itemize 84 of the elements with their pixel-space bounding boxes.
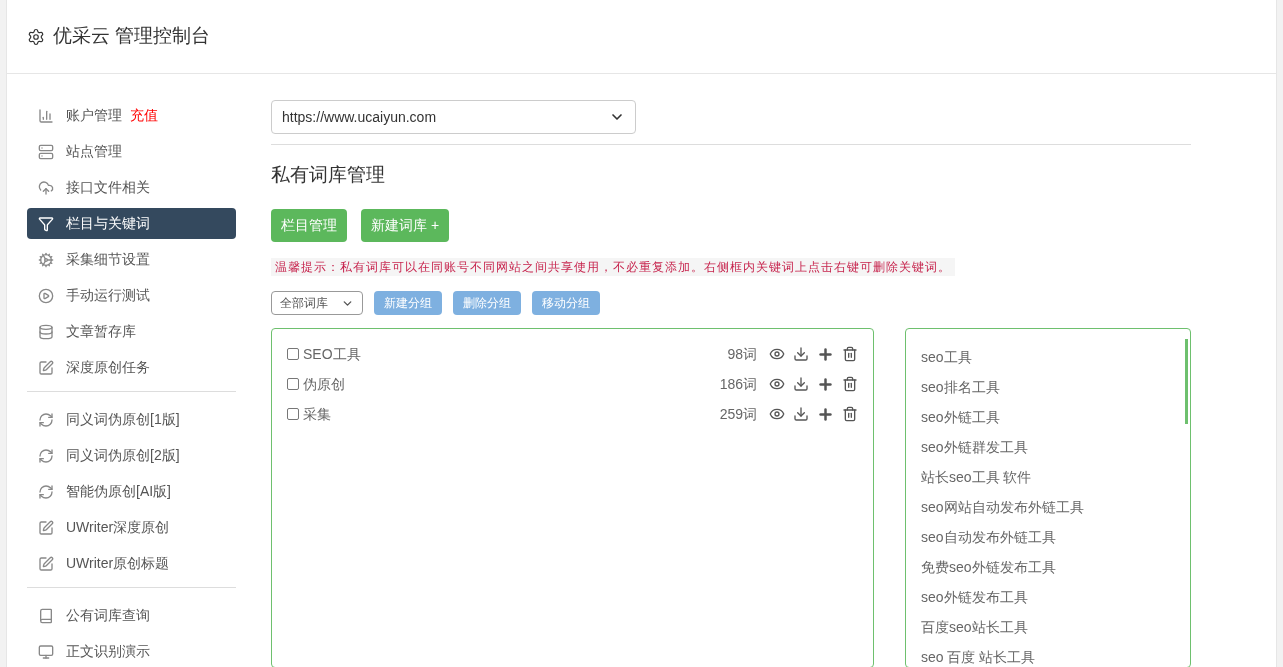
sidebar-item[interactable]: 接口文件相关	[27, 172, 236, 203]
sidebar-item[interactable]: 同义词伪原创[1版]	[27, 404, 236, 435]
sidebar-label: 深度原创任务	[66, 358, 150, 377]
sidebar-item[interactable]: UWriter原创标题	[27, 548, 236, 579]
library-checkbox[interactable]	[287, 378, 299, 390]
sidebar-label: 同义词伪原创[1版]	[66, 410, 180, 429]
sidebar-label: 正文识别演示	[66, 642, 150, 661]
site-select[interactable]: https://www.ucaiyun.com	[271, 100, 636, 134]
word-count: 98词	[727, 344, 757, 364]
library-name[interactable]: SEO工具	[303, 343, 361, 365]
recharge-link[interactable]: 充值	[130, 105, 158, 126]
keyword-item[interactable]: seo外链工具	[921, 406, 1000, 428]
tip-text: 温馨提示：私有词库可以在同账号不同网站之间共享使用，不必重复添加。右侧框内关键词上点击右键可删除关键词。	[271, 258, 955, 276]
edit-icon	[38, 359, 54, 376]
keyword-item[interactable]: seo自动发布外链工具	[921, 526, 1056, 548]
download-icon[interactable]	[793, 406, 809, 422]
sidebar-item[interactable]: 账户管理 充值	[27, 100, 236, 131]
sidebar-item[interactable]: 站点管理	[27, 136, 236, 167]
sidebar-label: 采集细节设置	[66, 250, 150, 269]
eye-icon[interactable]	[769, 376, 785, 392]
sidebar-label: 同义词伪原创[2版]	[66, 446, 180, 465]
keyword-item[interactable]: 百度seo站长工具	[921, 616, 1028, 638]
filter-icon	[38, 215, 54, 232]
library-checkbox[interactable]	[287, 408, 299, 420]
download-icon[interactable]	[793, 346, 809, 362]
trash-icon[interactable]	[842, 376, 858, 392]
server-icon	[38, 143, 54, 160]
database-icon	[38, 323, 54, 340]
sidebar-item[interactable]: 手动运行测试	[27, 280, 236, 311]
sidebar-label: 账户管理	[66, 106, 122, 125]
plus-icon[interactable]	[817, 345, 834, 363]
keyword-item[interactable]: seo网站自动发布外链工具	[921, 496, 1084, 518]
gear-icon	[38, 251, 54, 268]
refresh-icon	[38, 411, 54, 428]
word-count: 259词	[719, 404, 757, 424]
group-select[interactable]: 全部词库	[271, 291, 363, 315]
sidebar-label: UWriter深度原创	[66, 518, 170, 537]
edit-icon	[38, 519, 54, 536]
keyword-item[interactable]: seo工具	[921, 346, 972, 368]
library-checkbox[interactable]	[287, 348, 299, 360]
sidebar-label: 手动运行测试	[66, 286, 150, 305]
bar-chart-icon	[38, 107, 54, 124]
sidebar-item[interactable]: 公有词库查询	[27, 600, 236, 631]
keyword-item[interactable]: seo排名工具	[921, 376, 1000, 398]
sidebar-label: 智能伪原创[AI版]	[66, 482, 171, 501]
sidebar-item[interactable]: 采集细节设置	[27, 244, 236, 275]
trash-icon[interactable]	[842, 406, 858, 422]
keyword-item[interactable]: 站长seo工具 软件	[921, 466, 1032, 488]
library-name[interactable]: 采集	[303, 403, 331, 425]
sidebar-item[interactable]: 正文识别演示	[27, 636, 236, 667]
trash-icon[interactable]	[842, 346, 858, 362]
sidebar-label: 文章暂存库	[66, 322, 136, 341]
sidebar-label: 站点管理	[66, 142, 122, 161]
library-name[interactable]: 伪原创	[303, 373, 345, 395]
keyword-item[interactable]: seo外链发布工具	[921, 586, 1028, 608]
sidebar-item[interactable]: 同义词伪原创[2版]	[27, 440, 236, 471]
edit-icon	[38, 555, 54, 572]
console-title: 优采云 管理控制台	[53, 24, 211, 49]
keyword-item[interactable]: seo外链群发工具	[921, 436, 1028, 458]
sidebar-item[interactable]: 深度原创任务	[27, 352, 236, 383]
sidebar-item[interactable]: 栏目与关键词	[27, 208, 236, 239]
sidebar-label: 栏目与关键词	[66, 214, 150, 233]
download-icon[interactable]	[793, 376, 809, 392]
word-count: 186词	[719, 374, 757, 394]
cloud-upload-icon	[38, 179, 54, 196]
refresh-icon	[38, 483, 54, 500]
plus-icon[interactable]	[817, 375, 834, 393]
eye-icon[interactable]	[769, 406, 785, 422]
play-icon	[38, 287, 54, 304]
sidebar-item[interactable]: UWriter深度原创	[27, 512, 236, 543]
keyword-item[interactable]: seo 百度 站长工具	[921, 646, 1036, 667]
sidebar-item[interactable]: 文章暂存库	[27, 316, 236, 347]
sidebar-label: 公有词库查询	[66, 606, 150, 625]
sidebar-label: 接口文件相关	[66, 178, 150, 197]
eye-icon[interactable]	[769, 346, 785, 362]
settings-icon	[27, 27, 45, 46]
sidebar-item[interactable]: 智能伪原创[AI版]	[27, 476, 236, 507]
keyword-item[interactable]: 免费seo外链发布工具	[921, 556, 1056, 578]
plus-icon[interactable]	[817, 405, 834, 423]
monitor-icon	[38, 643, 54, 660]
book-icon	[38, 607, 54, 624]
sidebar-label: UWriter原创标题	[66, 554, 170, 573]
refresh-icon	[38, 447, 54, 464]
section-title: 私有词库管理	[271, 163, 386, 187]
